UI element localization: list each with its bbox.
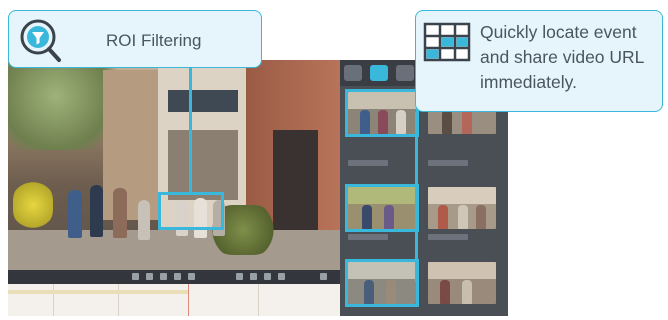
roi-filtering-callout: ROI Filtering xyxy=(8,10,262,68)
locate-event-line: immediately. xyxy=(480,72,577,92)
step-forward-icon[interactable] xyxy=(174,273,181,280)
event-thumbnail[interactable] xyxy=(428,187,496,229)
roi-filtering-label: ROI Filtering xyxy=(106,31,202,50)
pedestrian xyxy=(113,188,127,238)
pedestrian xyxy=(68,190,82,238)
fast-forward-icon[interactable] xyxy=(188,273,195,280)
locate-event-line: and share video URL xyxy=(480,47,645,67)
thumbnail-caption xyxy=(348,160,388,166)
sidewalk xyxy=(8,230,340,270)
thumbnail-caption xyxy=(428,160,468,166)
vehicle-filter-icon[interactable] xyxy=(396,65,414,81)
pedestrian xyxy=(90,185,103,237)
rewind-icon[interactable] xyxy=(132,273,139,280)
building-left xyxy=(103,70,163,220)
locate-event-text: Quickly locate event and share video URL… xyxy=(480,20,660,95)
event-connector-line xyxy=(415,112,418,282)
timeline[interactable] xyxy=(8,284,340,316)
flower-bush xyxy=(13,180,53,230)
video-grid-icon xyxy=(422,19,474,65)
shop-window xyxy=(168,130,238,200)
timeline-tick xyxy=(118,284,119,316)
roi-connector-line xyxy=(189,68,192,193)
snapshot-icon[interactable] xyxy=(236,273,243,280)
event-highlight-box xyxy=(345,259,419,307)
timeline-event-strip xyxy=(8,290,188,294)
timeline-tick xyxy=(53,284,54,316)
event-highlight-box xyxy=(345,184,419,232)
magnifier-filter-icon xyxy=(13,15,71,65)
pedestrian xyxy=(138,200,150,240)
playhead[interactable] xyxy=(188,284,189,316)
locate-event-line: Quickly locate event xyxy=(480,22,637,42)
thumbnail-caption xyxy=(428,234,468,240)
roi-filter-icon[interactable] xyxy=(370,65,388,81)
zoom-icon[interactable] xyxy=(250,273,257,280)
thumbnail-caption xyxy=(348,234,388,240)
dark-doorway xyxy=(273,130,318,240)
store-sign xyxy=(168,90,238,112)
export-icon[interactable] xyxy=(278,273,285,280)
play-icon[interactable] xyxy=(160,273,167,280)
people-filter-icon[interactable] xyxy=(344,65,362,81)
audio-icon[interactable] xyxy=(264,273,271,280)
step-back-icon[interactable] xyxy=(146,273,153,280)
fullscreen-icon[interactable] xyxy=(320,273,327,280)
video-viewport[interactable] xyxy=(8,60,340,270)
roi-selection-box[interactable] xyxy=(158,192,224,230)
timeline-tick xyxy=(258,284,259,316)
event-thumbnail[interactable] xyxy=(428,262,496,304)
player-controls xyxy=(8,270,340,284)
event-highlight-box xyxy=(345,89,419,137)
locate-event-callout: Quickly locate event and share video URL… xyxy=(415,10,663,112)
